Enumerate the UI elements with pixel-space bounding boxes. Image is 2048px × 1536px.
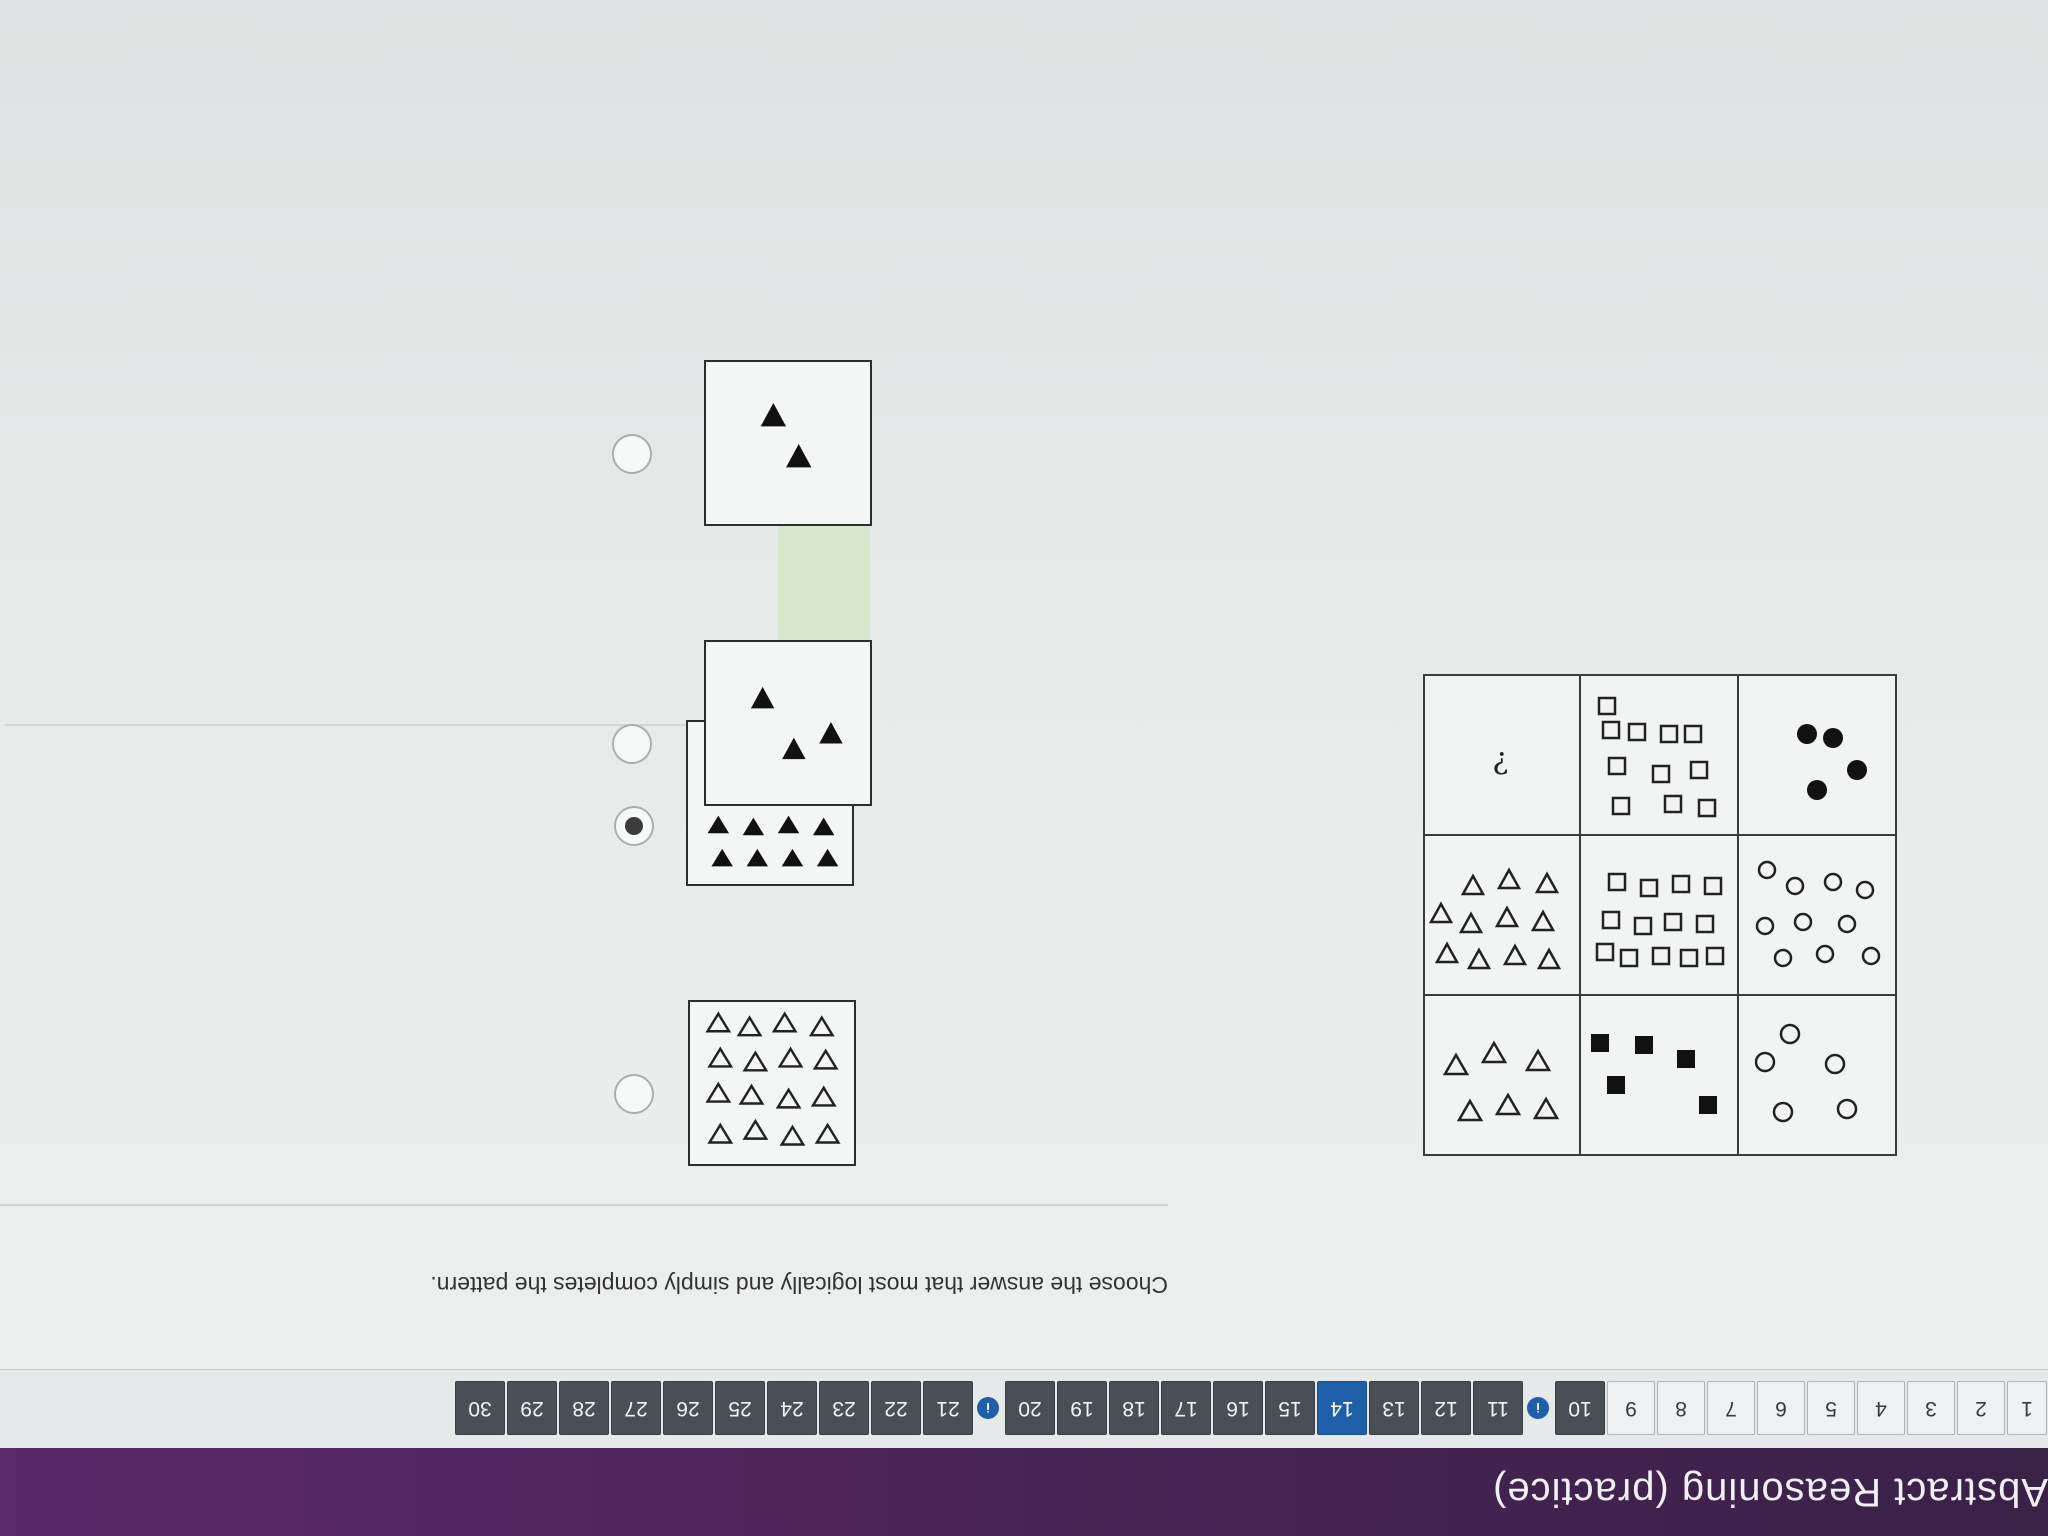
question-nav-button-19[interactable]: 19 (1057, 1381, 1107, 1435)
pattern-cell-triangles-outline-small (1422, 995, 1579, 1154)
question-nav-button-21[interactable]: 21 (923, 1381, 973, 1435)
answer-a-figure (688, 1000, 856, 1166)
question-nav-button-28[interactable]: 28 (559, 1381, 609, 1435)
page: Abstract Reasoning (practice) 1234567891… (0, 0, 2048, 1536)
question-nav-button-3[interactable]: 3 (1907, 1381, 1955, 1435)
answer-a-radio[interactable] (614, 1074, 654, 1114)
question-nav-button-24[interactable]: 24 (767, 1381, 817, 1435)
answer-d-radio[interactable] (612, 724, 652, 764)
pattern-cell-missing: ? (1422, 675, 1579, 834)
pattern-cell-squares-filled (1580, 995, 1737, 1154)
app-header: Abstract Reasoning (practice) (0, 1448, 2048, 1536)
question-nav-button-5[interactable]: 5 (1807, 1381, 1855, 1435)
question-nav-button-26[interactable]: 26 (663, 1381, 713, 1435)
page-title: Abstract Reasoning (practice) (1492, 1470, 2048, 1514)
pattern-cell-circles-filled (1738, 675, 1895, 834)
grid-line (1579, 676, 1581, 1154)
answer-d-figure (704, 640, 872, 806)
question-nav-button-18[interactable]: 18 (1109, 1381, 1159, 1435)
question-nav-button-17[interactable]: 17 (1161, 1381, 1211, 1435)
question-nav-button-2[interactable]: 2 (1957, 1381, 2005, 1435)
question-nav-button-13[interactable]: 13 (1369, 1381, 1419, 1435)
grid-line (1425, 994, 1895, 996)
question-nav-button-22[interactable]: 22 (871, 1381, 921, 1435)
answer-option-d[interactable] (554, 386, 872, 816)
pattern-cell-squares-outline (1580, 675, 1737, 834)
question-nav-button-11[interactable]: 11 (1473, 1381, 1523, 1435)
pattern-cell-triangles-outline-many (1422, 835, 1579, 994)
question-nav-button-29[interactable]: 29 (507, 1381, 557, 1435)
question-nav-button-4[interactable]: 4 (1857, 1381, 1905, 1435)
question-nav-button-12[interactable]: 12 (1421, 1381, 1471, 1435)
question-nav-button-23[interactable]: 23 (819, 1381, 869, 1435)
question-nav-button-16[interactable]: 16 (1213, 1381, 1263, 1435)
grid-line (1425, 834, 1895, 836)
question-nav-button-1[interactable]: 1 (2007, 1381, 2047, 1435)
pattern-cell-circles-outline-many (1738, 835, 1895, 994)
question-nav-button-9[interactable]: 9 (1607, 1381, 1655, 1435)
info-flag-icon: i (977, 1397, 999, 1419)
divider (0, 1204, 1168, 1206)
question-nav-button-14[interactable]: 14 (1317, 1381, 1367, 1435)
pattern-grid: ? (1423, 674, 1897, 1156)
info-flag-icon: i (1527, 1397, 1549, 1419)
question-nav-button-27[interactable]: 27 (611, 1381, 661, 1435)
question-nav-button-15[interactable]: 15 (1265, 1381, 1315, 1435)
missing-cell-question-mark: ? (1492, 744, 1509, 779)
question-nav-button-8[interactable]: 8 (1657, 1381, 1705, 1435)
question-nav-button-30[interactable]: 30 (455, 1381, 505, 1435)
question-nav-button-7[interactable]: 7 (1707, 1381, 1755, 1435)
pattern-cell-circles-outline-small (1738, 995, 1895, 1154)
question-nav-button-10[interactable]: 10 (1555, 1381, 1605, 1435)
question-header: Choose the answer that most logically an… (58, 1210, 1168, 1320)
grid-line (1737, 676, 1739, 1154)
question-nav-button-25[interactable]: 25 (715, 1381, 765, 1435)
question-nav-button-6[interactable]: 6 (1757, 1381, 1805, 1435)
pattern-cell-squares-outline-many (1580, 835, 1737, 994)
question-prompt: Choose the answer that most logically an… (430, 1272, 1168, 1298)
question-nav: 1 2 3 4 5 6 7 8 9 10 i 11 12 13 14 15 16 17 18 19 20 i 21 22 23 2… (0, 1369, 2048, 1448)
question-nav-button-20[interactable]: 20 (1005, 1381, 1055, 1435)
